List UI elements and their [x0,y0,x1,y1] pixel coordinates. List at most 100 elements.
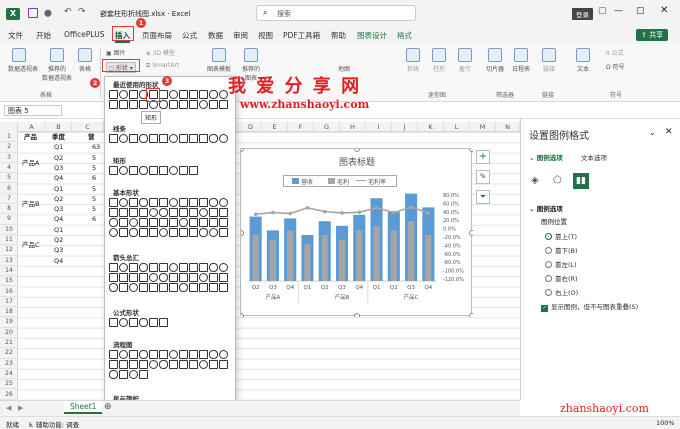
basic-shape-icon[interactable] [119,218,128,227]
share-button[interactable]: ⇪ 共享 [636,29,669,41]
arrow-shape-icon[interactable] [219,273,228,282]
arrow-shape-icon[interactable] [189,273,198,282]
revenue-cell[interactable]: 6 [92,173,96,183]
flowchart-shape-icon[interactable] [139,370,148,379]
next-sheet-icon[interactable]: ▶ [18,404,23,412]
shape-icon[interactable] [179,90,188,99]
flowchart-shape-icon[interactable] [159,350,168,359]
row-header[interactable]: 4 [0,163,18,174]
arrow-shape-icon[interactable] [159,273,168,282]
row-header[interactable]: 15 [0,276,18,287]
basic-shape-icon[interactable] [149,228,158,237]
arrow-shape-icon[interactable] [199,263,208,272]
pane-close-icon[interactable]: ✕ [665,127,673,137]
basic-shape-icon[interactable] [109,208,118,217]
basic-shape-icon[interactable] [169,228,178,237]
line-shape-icon[interactable] [209,134,218,143]
flowchart-shape-icon[interactable] [119,370,128,379]
arrow-shape-icon[interactable] [119,263,128,272]
pane-dropdown-icon[interactable]: ⌄ [649,128,656,137]
flowchart-shape-icon[interactable] [219,360,228,369]
column-header[interactable]: C [72,122,104,132]
link-button[interactable]: 链接 [540,48,558,73]
flowchart-shape-icon[interactable] [209,360,218,369]
row-header[interactable]: 24 [0,369,18,380]
basic-shape-icon[interactable] [119,228,128,237]
revenue-cell[interactable]: 6 [92,214,96,224]
prev-sheet-icon[interactable]: ◀ [6,404,11,412]
arrow-shape-icon[interactable] [159,283,168,292]
radio-top-right[interactable] [545,289,552,296]
slicer-button[interactable]: 切片器 [484,48,506,73]
flowchart-shape-icon[interactable] [139,350,148,359]
basic-shape-icon[interactable] [219,228,228,237]
radio-top[interactable] [545,233,552,240]
basic-shape-icon[interactable] [169,198,178,207]
chart-template-button[interactable]: 图表模板 [204,48,234,73]
arrow-shape-icon[interactable] [189,283,198,292]
flowchart-shape-icon[interactable] [109,370,118,379]
basic-shape-icon[interactable] [209,208,218,217]
tab-officeplus[interactable]: OfficePLUS [64,30,104,39]
line-shape-icon[interactable] [149,134,158,143]
basic-shape-icon[interactable] [139,208,148,217]
position-top[interactable]: 靠上(T) [545,231,577,241]
text-button[interactable]: 文本 [574,48,592,73]
flowchart-shape-icon[interactable] [149,350,158,359]
arrow-shape-icon[interactable] [119,283,128,292]
line-shape-icon[interactable] [159,134,168,143]
shape-icon[interactable] [169,90,178,99]
quarter-cell[interactable]: Q3 [54,163,63,173]
basic-shape-icon[interactable] [189,228,198,237]
status-accessibility[interactable]: ♿ 辅助功能: 调查 [28,419,79,429]
shape-icon[interactable] [179,100,188,109]
row-header[interactable]: 22 [0,348,18,359]
arrow-shape-icon[interactable] [159,263,168,272]
quarter-cell[interactable]: Q2 [54,235,63,245]
quarter-cell[interactable]: Q1 [54,184,63,194]
tab-help[interactable]: 帮助 [331,30,346,41]
equation-shape-icon[interactable] [149,318,158,327]
tab-file[interactable]: 文件 [8,30,23,41]
row-header[interactable]: 10 [0,225,18,235]
basic-shape-icon[interactable] [179,228,188,237]
row-header[interactable]: 18 [0,307,18,318]
header-product[interactable]: 产品 [24,132,37,142]
radio-left[interactable] [545,261,552,268]
basic-shape-icon[interactable] [149,218,158,227]
product-name-cell[interactable]: 产品B [22,199,39,209]
add-sheet-icon[interactable]: ⊕ [104,402,112,412]
position-left[interactable]: 靠左(L) [545,259,577,269]
arrow-shape-icon[interactable] [109,273,118,282]
quarter-cell[interactable]: Q4 [54,173,63,183]
basic-shape-icon[interactable] [199,218,208,227]
rectangle-shape-icon[interactable] [159,166,168,175]
shape-icon[interactable] [119,100,128,109]
radio-right[interactable] [545,275,552,282]
line-shape-icon[interactable] [139,134,148,143]
tab-format[interactable]: 格式 [397,30,412,41]
basic-shape-icon[interactable] [109,198,118,207]
timeline-button[interactable]: 日程表 [510,48,532,73]
flowchart-shape-icon[interactable] [129,350,138,359]
header-quarter[interactable]: 季度 [52,132,65,142]
revenue-cell[interactable]: 5 [92,204,96,214]
search-box[interactable]: ⌕ 搜索 [256,5,416,21]
tab-legend-options[interactable]: ⌄ 图例选项 [529,152,563,162]
tab-home[interactable]: 开始 [36,30,51,41]
row-header[interactable]: 3 [0,153,18,163]
rectangle-shape-icon[interactable] [189,166,198,175]
effects-icon[interactable]: ⬠ [553,175,562,186]
row-header[interactable]: 20 [0,328,18,338]
arrow-shape-icon[interactable] [139,283,148,292]
flowchart-shape-icon[interactable] [179,360,188,369]
line-shape-icon[interactable] [129,134,138,143]
basic-shape-icon[interactable] [179,218,188,227]
basic-shape-icon[interactable] [129,198,138,207]
column-header[interactable]: I [366,122,392,132]
basic-shape-icon[interactable] [149,198,158,207]
rectangle-shape-icon[interactable] [169,166,178,175]
chart-filters-button[interactable]: ⏷ [476,190,490,204]
column-header[interactable]: K [418,122,444,132]
revenue-cell[interactable]: 5 [92,153,96,163]
